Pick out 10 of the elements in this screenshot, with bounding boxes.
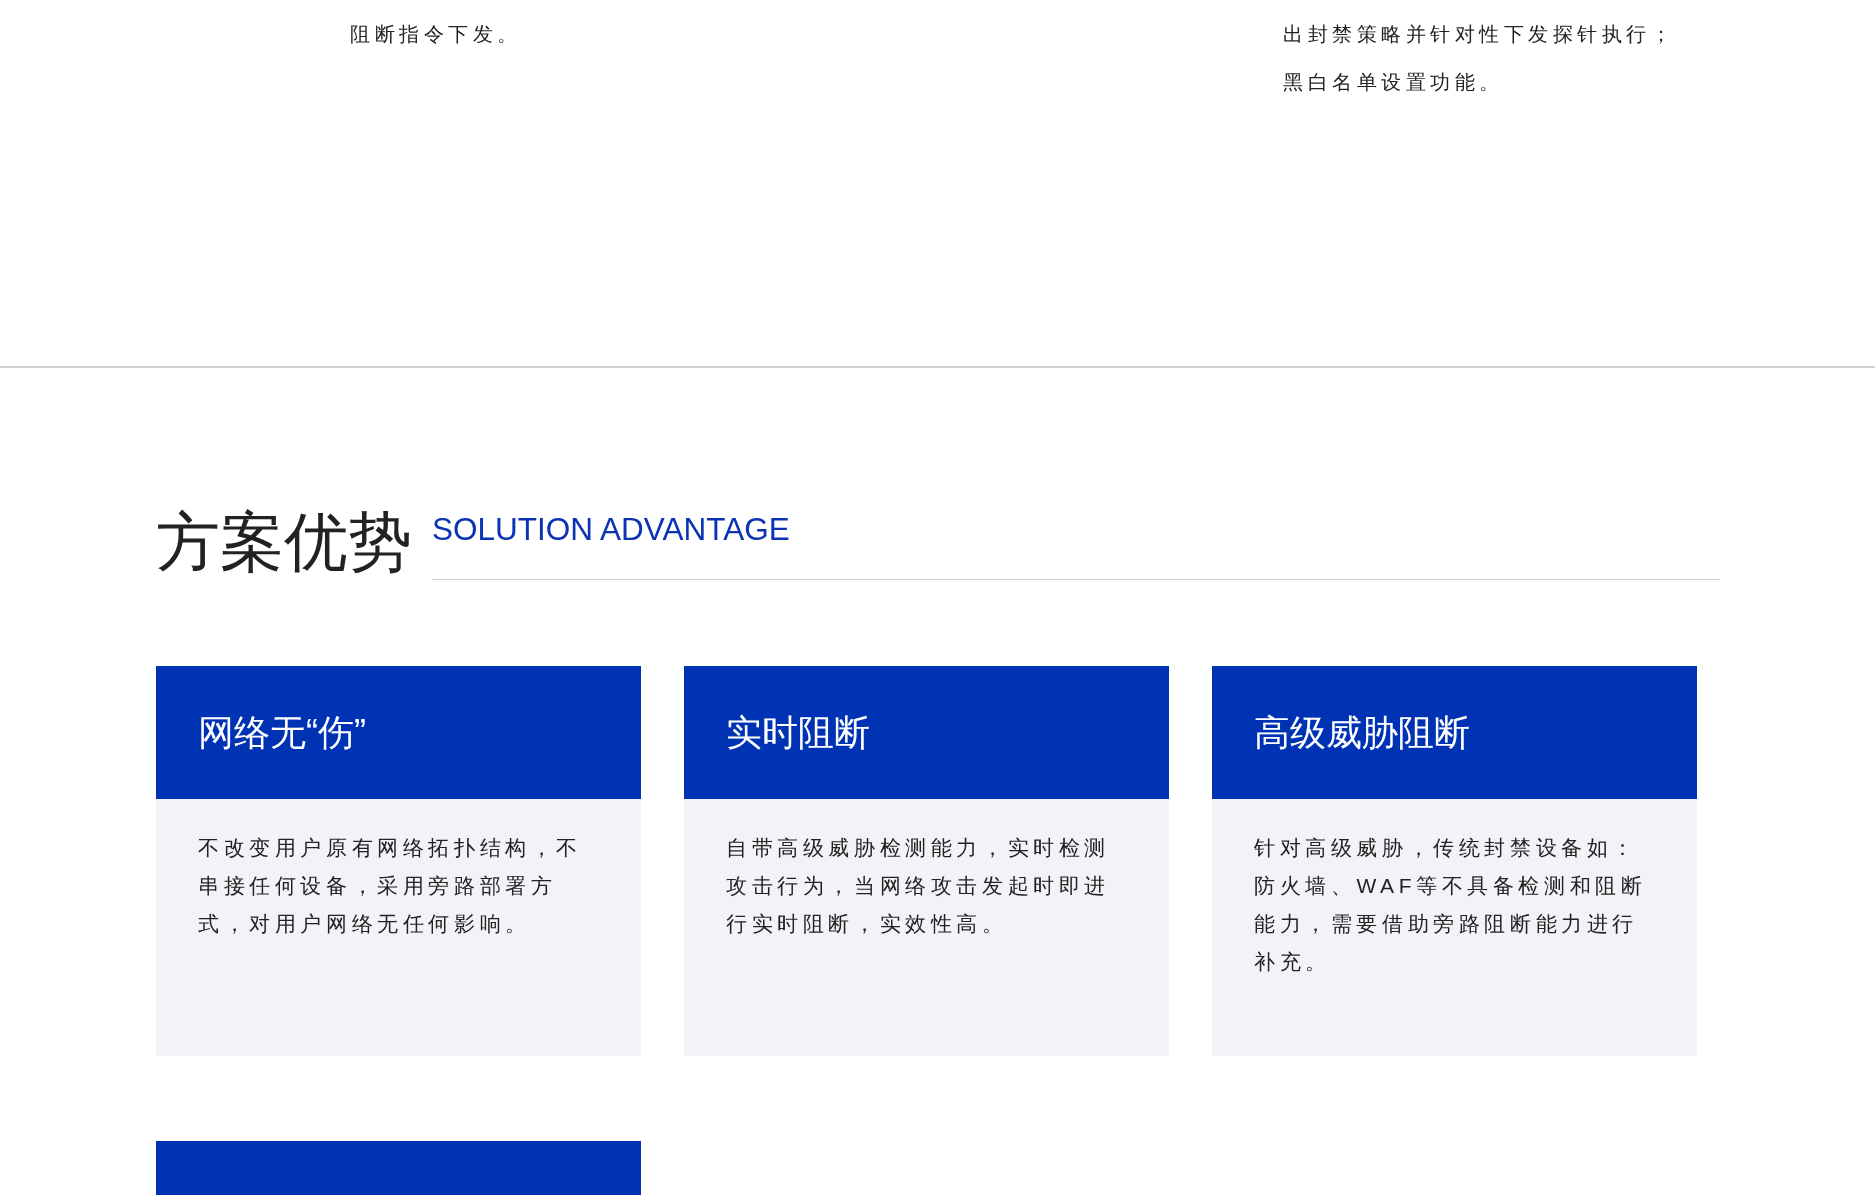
section-subtitle: SOLUTION ADVANTAGE <box>432 510 790 549</box>
card-text: 自带高级威胁检测能力，实时检测攻击行为，当网络攻击发起时即进行实时阻断，实效性高。 <box>726 835 1111 937</box>
card-title: 网络无“伤” <box>198 710 366 755</box>
card-title: 高级威胁阻断 <box>1254 710 1470 755</box>
card-title: 实时阻断 <box>726 710 870 755</box>
section-title: 方案优势 <box>156 505 412 580</box>
paragraph: 出封禁策略并针对性下发探针执行； 黑白名单设置功能。 <box>1283 22 1676 95</box>
card-text: 不改变用户原有网络拓扑结构，不串接任何设备，采用旁路部署方式，对用户网络无任何影响。 <box>198 835 583 937</box>
paragraph: 阻断指令下发。 <box>350 22 523 47</box>
card-text: 针对高级威胁，传统封禁设备如：防火墙、WAF等不具备检测和阻断能力，需要借助旁路阻断能力进行补充。 <box>1254 835 1648 975</box>
